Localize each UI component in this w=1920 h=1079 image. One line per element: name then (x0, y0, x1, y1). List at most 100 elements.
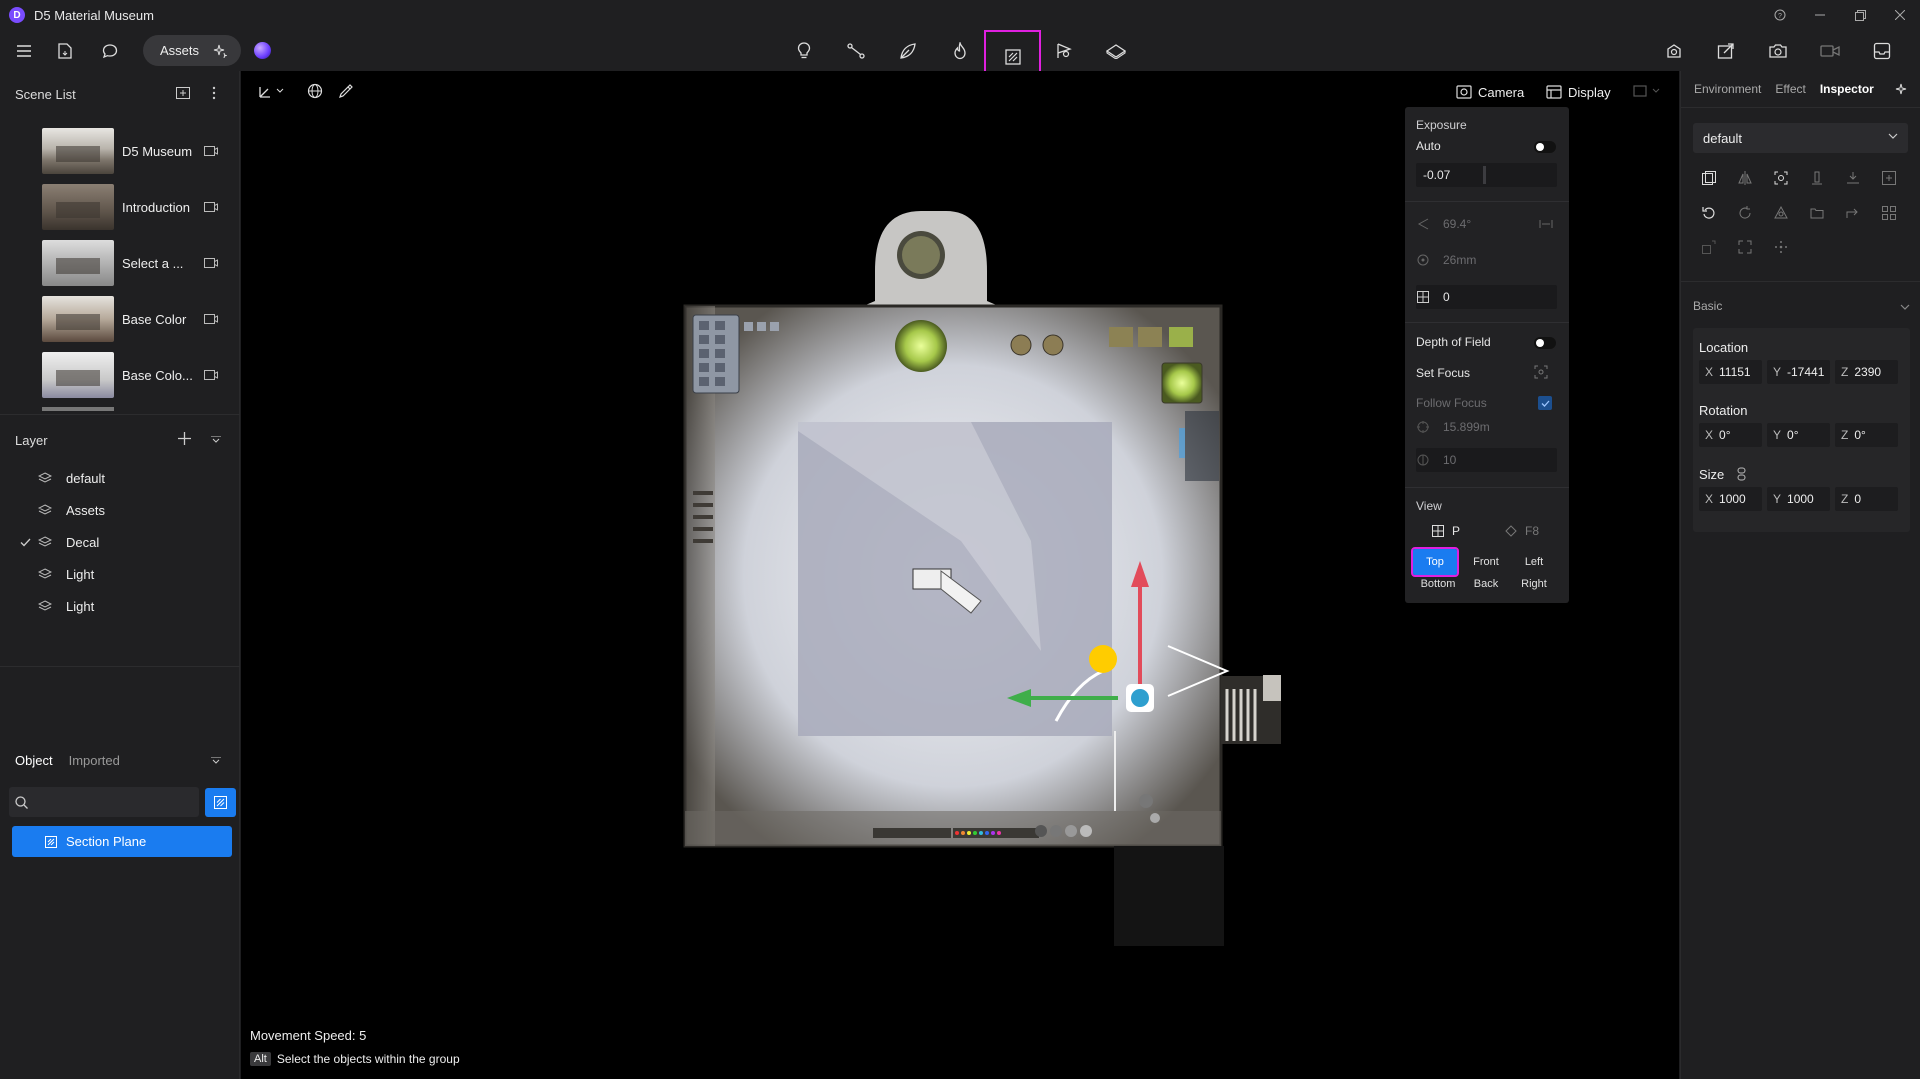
set-focus-icon[interactable] (1534, 365, 1548, 379)
layer-collapse-icon[interactable] (211, 436, 221, 443)
tab-inspector[interactable]: Inspector (1820, 82, 1874, 96)
camera-view-icon[interactable] (204, 146, 218, 156)
focus-object-icon[interactable] (1771, 168, 1791, 188)
light-bulb-icon[interactable] (784, 30, 824, 71)
view-front-button[interactable]: Front (1461, 551, 1511, 573)
checkmark-icon[interactable] (20, 538, 38, 547)
follow-focus-checkbox[interactable] (1538, 396, 1552, 410)
leaf-icon[interactable] (888, 30, 928, 71)
align-icon[interactable] (1807, 168, 1827, 188)
object-search[interactable] (9, 787, 199, 817)
chevron-down-icon[interactable] (1900, 304, 1910, 310)
exposure-field[interactable]: -0.07 (1416, 163, 1557, 187)
dof-toggle[interactable] (1534, 337, 1556, 349)
gizmo-center-dot[interactable] (1131, 689, 1149, 707)
param-field[interactable]: 0 (1416, 285, 1557, 309)
mirror-icon[interactable] (1735, 168, 1755, 188)
object-item-section-plane[interactable]: Section Plane (12, 826, 232, 857)
select-icon[interactable] (1699, 168, 1719, 188)
scene-item[interactable]: Base Colo... (42, 351, 272, 399)
aperture-field[interactable]: 10 (1416, 448, 1557, 472)
camera-icon[interactable] (1758, 30, 1798, 71)
ai-sparkle-icon[interactable] (1895, 83, 1909, 97)
menu-icon[interactable] (4, 30, 44, 71)
camera-view-icon[interactable] (204, 370, 218, 380)
sparkle-icon[interactable] (213, 44, 228, 58)
exposure-slider-handle[interactable] (1483, 166, 1486, 184)
scene-item[interactable]: Introduction (42, 183, 272, 231)
fire-icon[interactable] (940, 30, 980, 71)
folder-icon[interactable] (1807, 203, 1827, 223)
terrain-icon[interactable] (1096, 30, 1136, 71)
assets-button[interactable]: Assets (143, 35, 241, 66)
rotation-y-field[interactable]: Y 0° (1767, 423, 1830, 447)
perspective-button[interactable]: P (1432, 524, 1460, 538)
particles-icon[interactable] (1771, 237, 1791, 257)
size-x-field[interactable]: X 1000 (1699, 487, 1762, 511)
rotation-z-field[interactable]: Z 0° (1835, 423, 1898, 447)
scene-item[interactable]: Base Color (42, 295, 272, 343)
drop-to-ground-icon[interactable] (1843, 168, 1863, 188)
f8-button[interactable]: F8 (1505, 524, 1539, 538)
view-right-button[interactable]: Right (1509, 573, 1559, 595)
light-source-icon[interactable] (1089, 645, 1117, 673)
fov-lock-icon[interactable] (1539, 219, 1553, 229)
layer-item-decal[interactable]: Decal (20, 529, 220, 555)
add-component-icon[interactable] (1879, 168, 1899, 188)
rotation-x-field[interactable]: X 0° (1699, 423, 1762, 447)
tab-environment[interactable]: Environment (1694, 82, 1761, 96)
file-icon[interactable] (45, 30, 85, 71)
scene-item[interactable]: D5 Museum (42, 127, 272, 175)
array-icon[interactable] (1879, 203, 1899, 223)
size-z-field[interactable]: Z0 (1835, 487, 1898, 511)
view-back-button[interactable]: Back (1461, 573, 1511, 595)
scatter-icon[interactable] (1699, 237, 1719, 257)
view-left-button[interactable]: Left (1509, 551, 1559, 573)
help-icon[interactable]: ? (1760, 0, 1800, 30)
minimize-button[interactable] (1800, 0, 1840, 30)
view-bottom-button[interactable]: Bottom (1413, 573, 1463, 595)
location-z-field[interactable]: Z 2390 (1835, 360, 1898, 384)
tab-effect[interactable]: Effect (1775, 82, 1805, 96)
replace-icon[interactable] (1843, 203, 1863, 223)
camera-view-icon[interactable] (204, 258, 218, 268)
search-input[interactable] (36, 794, 186, 810)
reset-icon[interactable] (1699, 203, 1719, 223)
export-icon[interactable] (1706, 30, 1746, 71)
material-icon[interactable] (1771, 203, 1791, 223)
preset-select[interactable]: default (1693, 123, 1908, 153)
objects-collapse-icon[interactable] (211, 757, 221, 764)
location-y-field[interactable]: Y -17441 (1767, 360, 1830, 384)
inbox-icon[interactable] (1862, 30, 1902, 71)
size-y-field[interactable]: Y 1000 (1767, 487, 1830, 511)
location-x-field[interactable]: X 11151 (1699, 360, 1762, 384)
refresh-icon[interactable] (1735, 203, 1755, 223)
tab-imported[interactable]: Imported (69, 753, 120, 768)
video-icon[interactable] (1810, 30, 1850, 71)
marker-icon[interactable] (1044, 30, 1084, 71)
layer-item-assets[interactable]: Assets (20, 497, 220, 523)
layer-item-light[interactable]: Light (20, 561, 220, 587)
tab-object[interactable]: Object (15, 753, 53, 768)
camera-view-icon[interactable] (204, 202, 218, 212)
expand-icon[interactable] (1735, 237, 1755, 257)
auto-exposure-toggle[interactable] (1534, 141, 1556, 153)
section-filter-button[interactable] (205, 788, 236, 817)
layer-item-default[interactable]: default (20, 465, 220, 491)
focus-distance-field[interactable]: 15.899m (1416, 415, 1557, 439)
camera-view-icon[interactable] (204, 314, 218, 324)
restore-button[interactable] (1840, 0, 1880, 30)
view-top-button[interactable]: Top (1411, 547, 1459, 577)
render-icon[interactable] (1654, 30, 1694, 71)
more-options-icon[interactable] (212, 86, 216, 100)
focal-length-field[interactable]: 26mm (1416, 248, 1557, 272)
add-scene-icon[interactable] (176, 87, 190, 99)
ai-orb-icon[interactable] (254, 42, 271, 59)
close-button[interactable] (1880, 0, 1920, 30)
layer-item-light[interactable]: Light (20, 593, 220, 619)
scene-item[interactable]: Select a ... (42, 239, 272, 287)
add-layer-icon[interactable] (178, 432, 191, 445)
path-icon[interactable] (836, 30, 876, 71)
chat-icon[interactable] (90, 30, 130, 71)
link-scale-icon[interactable] (1737, 467, 1746, 481)
